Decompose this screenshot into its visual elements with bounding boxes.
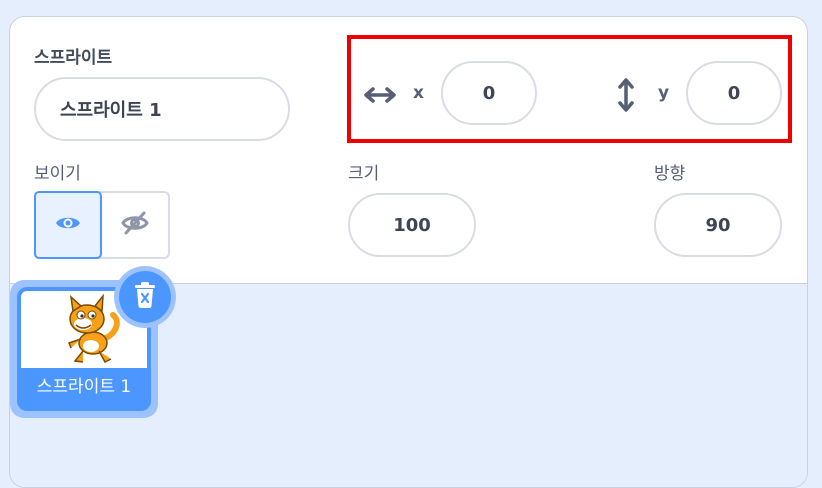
direction-input[interactable]: 90 [654, 193, 782, 257]
y-label: y [658, 83, 670, 103]
x-input[interactable]: 0 [441, 61, 537, 125]
horizontal-arrows-icon [362, 77, 398, 113]
visibility-toggle [34, 191, 170, 259]
eye-slash-icon [120, 210, 150, 240]
eye-icon [54, 213, 82, 237]
size-label: 크기 [348, 164, 380, 184]
size-input[interactable]: 100 [348, 193, 476, 257]
hide-button[interactable] [102, 193, 168, 257]
sprite-name-label: 스프라이트 [34, 48, 113, 68]
sprite-name-input[interactable]: 스프라이트 1 [34, 77, 290, 141]
trash-icon [132, 281, 158, 313]
direction-label: 방향 [654, 164, 686, 184]
delete-sprite-button[interactable] [114, 266, 176, 328]
show-label: 보이기 [34, 164, 81, 184]
x-label: x [413, 83, 424, 103]
y-input[interactable]: 0 [686, 61, 782, 125]
sprite-name: 스프라이트 1 [36, 377, 132, 397]
vertical-arrows-icon [608, 75, 644, 115]
sprite-info: 스프라이트 스프라이트 1 x 0 y 0 보이기 크기 100 방향 90 [10, 17, 807, 283]
show-button[interactable] [34, 191, 102, 259]
